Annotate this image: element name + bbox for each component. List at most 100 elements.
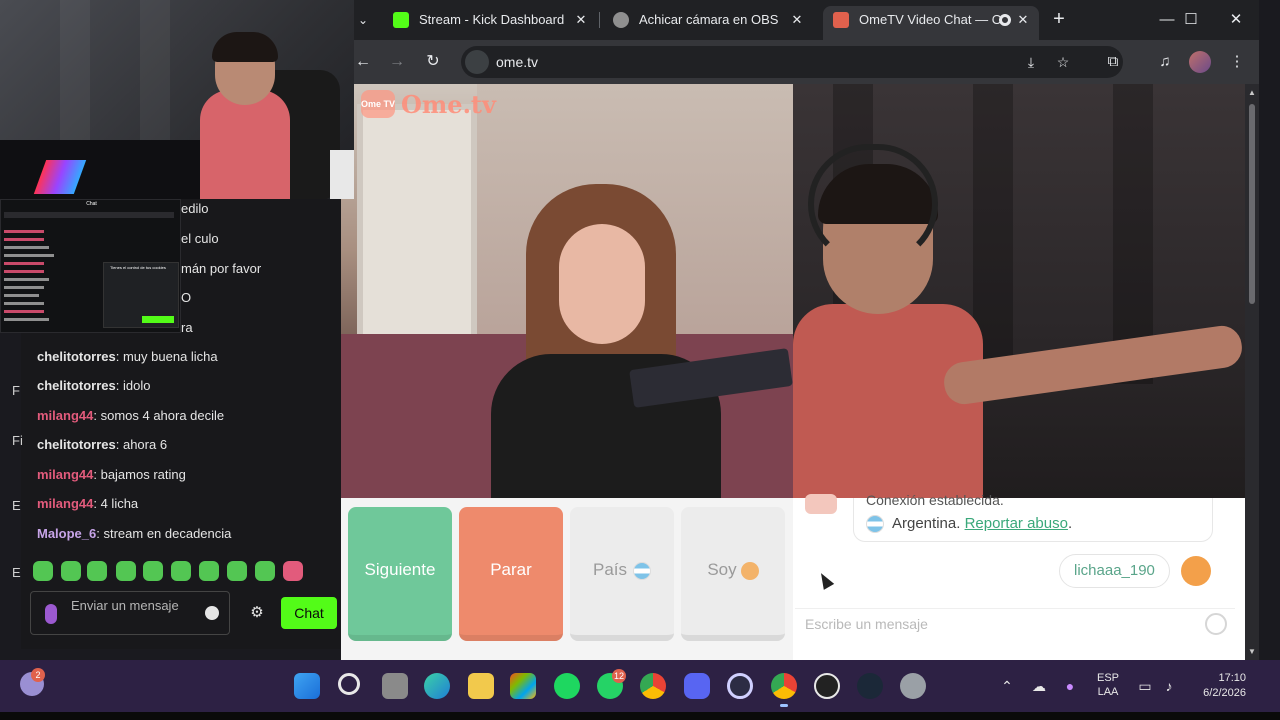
edge-icon[interactable] [424,673,450,699]
file-explorer-icon[interactable] [468,673,494,699]
extensions-icon[interactable]: ⧉ [1101,50,1125,74]
logo-text: Ome.tv [401,89,496,119]
emote-icon[interactable] [255,561,275,581]
chat-username[interactable]: milang44 [37,408,93,423]
mini-line [4,302,44,305]
chrome-profile-icon[interactable] [771,673,797,707]
address-bar[interactable]: ome.tv ⤓ ☆ [461,46,1123,78]
stop-label: Parar [490,560,532,579]
volume-icon[interactable]: ♪ [1160,678,1178,694]
emote-icon[interactable] [199,561,219,581]
new-tab-button[interactable]: + [1047,8,1071,32]
emoji-icon[interactable] [1205,613,1227,635]
send-chat-button[interactable]: Chat [281,597,337,629]
spotify-icon[interactable] [554,673,580,699]
scroll-down-icon[interactable]: ▼ [1245,647,1259,656]
country-button[interactable]: País [570,507,674,641]
chat-text: : idolo [115,378,151,393]
page-scrollbar[interactable]: ▲ ▼ [1245,84,1259,660]
start-button-icon[interactable] [294,673,320,699]
bookmark-star-icon[interactable]: ☆ [1053,52,1073,72]
chat-partial-line: edilo [181,201,209,216]
microphone-tray-icon[interactable]: ● [1061,678,1079,694]
argentina-flag-icon [633,561,652,580]
mini-chat-title: Chat [86,201,97,207]
close-window-button[interactable]: ✕ [1216,6,1256,34]
next-button[interactable]: Siguiente [348,507,452,641]
system-clock[interactable]: 17:10 6/2/2026 [1186,671,1246,701]
mini-chat-preview: Chat Tienes el control de tus cookies [0,199,181,333]
chat-username[interactable]: milang44 [37,467,93,482]
gear-icon[interactable]: ⚙ [247,603,267,623]
settings-gear-icon[interactable] [900,673,926,699]
input-language[interactable]: ESP LAA [1096,671,1120,699]
chat-username[interactable]: chelitotorres [37,437,116,452]
tab-close-icon[interactable]: ✕ [573,6,589,34]
scroll-thumb[interactable] [1249,104,1255,304]
emote-icon[interactable] [283,561,303,581]
emoji-icon[interactable] [205,606,219,620]
media-control-icon[interactable]: ♫ [1153,50,1177,74]
mini-line [4,246,49,249]
message-placeholder: Escribe un mensaje [805,616,928,632]
emote-icon[interactable] [87,561,107,581]
message-input[interactable]: Escribe un mensaje [795,608,1235,638]
stop-button[interactable]: Parar [459,507,563,641]
whatsapp-badge: 12 [612,669,626,683]
obs-studio-icon[interactable] [814,673,840,699]
emote-icon[interactable] [33,561,53,581]
tray-chevron-icon[interactable]: ⌃ [998,678,1016,694]
tab-title: Achicar cámara en OBS [639,12,779,27]
task-view-icon[interactable] [382,673,408,699]
strip-letter: E [12,498,21,513]
chat-partial-line: ra [181,320,193,335]
maximize-button[interactable]: ☐ [1171,6,1211,34]
discord-icon[interactable] [684,673,710,699]
tab-ometv[interactable]: OmeTV Video Chat — O ✕ [823,6,1039,40]
obs-icon[interactable] [727,673,753,699]
gender-button[interactable]: Soy [681,507,785,641]
chat-text: : somos 4 ahora decile [93,408,225,423]
text-chat: Conexión establecida. Argentina. Reporta… [793,492,1245,660]
back-icon[interactable]: ← [351,50,375,74]
menu-icon[interactable]: ⋮ [1225,50,1249,74]
tab-kick-dashboard[interactable]: Stream - Kick Dashboard ✕ [383,6,597,40]
network-icon[interactable]: ▭ [1136,678,1154,694]
tab-obs-help[interactable]: Achicar cámara en OBS ✕ [603,6,813,40]
clock-time: 17:10 [1218,672,1246,684]
emote-icon[interactable] [61,561,81,581]
chat-username[interactable]: Malope_6 [37,526,96,541]
chat-username[interactable]: milang44 [37,496,93,511]
steam-icon[interactable] [857,673,883,699]
profile-avatar[interactable] [1189,51,1211,73]
install-app-icon[interactable]: ⤓ [1021,52,1041,72]
emote-icon[interactable] [116,561,136,581]
tab-close-icon[interactable]: ✕ [1015,6,1031,34]
reload-icon[interactable]: ↻ [421,50,445,74]
cookie-accept-button[interactable] [142,316,174,323]
scroll-up-icon[interactable]: ▲ [1245,88,1259,97]
search-icon[interactable] [338,673,360,695]
emote-icon[interactable] [227,561,247,581]
onedrive-icon[interactable]: ☁ [1030,678,1048,694]
store-icon[interactable] [510,673,536,699]
tab-close-icon[interactable]: ✕ [789,6,805,34]
partner-username[interactable]: lichaaa_190 [1059,554,1170,588]
chrome-icon[interactable] [640,673,666,699]
tab-search-icon[interactable]: ⌄ [351,8,375,32]
emote-icon[interactable] [171,561,191,581]
chat-username[interactable]: chelitotorres [37,349,116,364]
site-info-icon[interactable] [465,50,489,74]
kick-input-placeholder: Enviar un mensaje [71,598,179,613]
kick-message-input[interactable]: Enviar un mensaje [30,591,230,635]
forward-icon[interactable]: → [385,50,409,74]
headset [808,144,938,264]
mini-line [4,212,174,218]
report-abuse-link[interactable]: Reportar abuso [965,515,1068,532]
strip-letter: F [12,383,20,398]
emote-icon[interactable] [143,561,163,581]
chat-username[interactable]: chelitotorres [37,378,116,393]
mini-line [4,278,49,281]
ometv-logo[interactable]: Ome TV Ome.tv [361,88,496,120]
microphone-icon[interactable] [45,604,57,624]
